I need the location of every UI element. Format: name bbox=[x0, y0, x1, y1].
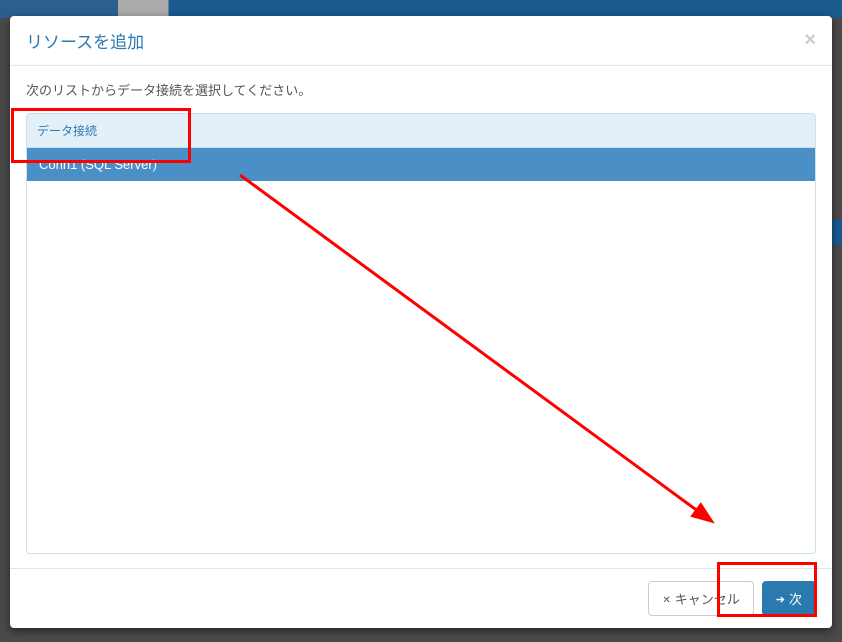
next-button-label: 次 bbox=[789, 589, 802, 608]
cancel-button[interactable]: キャンセル bbox=[648, 581, 753, 616]
modal-footer: キャンセル 次 bbox=[10, 568, 832, 628]
close-icon[interactable]: × bbox=[804, 29, 816, 52]
next-button[interactable]: 次 bbox=[762, 581, 816, 616]
connection-list-header: データ接続 bbox=[27, 114, 815, 148]
instruction-text: 次のリストからデータ接続を選択してください。 bbox=[26, 80, 816, 99]
connection-list-panel: データ接続 Conn1 (SQL Server) bbox=[26, 113, 816, 554]
modal-body: 次のリストからデータ接続を選択してください。 データ接続 Conn1 (SQL … bbox=[10, 66, 832, 568]
arrow-right-icon bbox=[776, 591, 785, 606]
list-item[interactable]: Conn1 (SQL Server) bbox=[27, 148, 815, 181]
modal-header: リソースを追加 × bbox=[10, 16, 832, 66]
add-resource-modal: リソースを追加 × 次のリストからデータ接続を選択してください。 データ接続 C… bbox=[10, 16, 832, 628]
x-icon bbox=[662, 591, 670, 606]
background-side bbox=[832, 220, 842, 245]
cancel-button-label: キャンセル bbox=[675, 589, 740, 608]
connection-list-body: Conn1 (SQL Server) bbox=[27, 148, 815, 553]
modal-title: リソースを追加 bbox=[26, 28, 144, 53]
